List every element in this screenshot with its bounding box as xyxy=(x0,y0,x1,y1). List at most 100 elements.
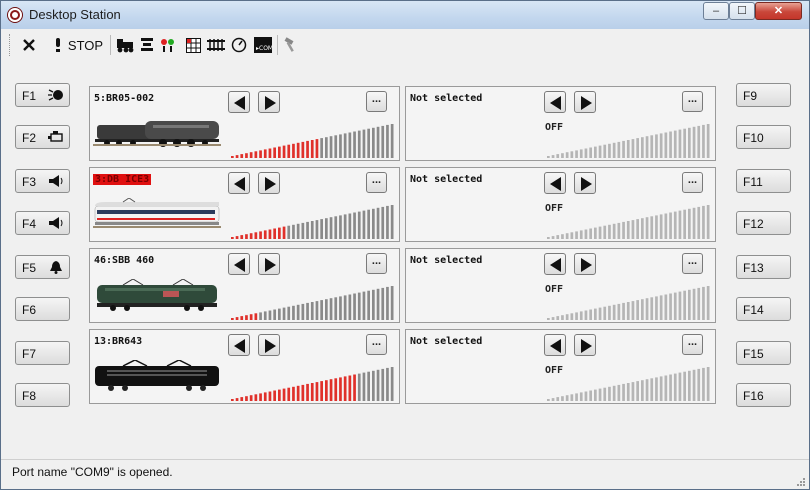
speed-step[interactable] xyxy=(626,221,630,239)
speed-step[interactable] xyxy=(273,309,276,321)
speed-step[interactable] xyxy=(390,367,394,401)
speed-step[interactable] xyxy=(655,296,658,320)
speed-step[interactable] xyxy=(678,372,682,401)
speed-step[interactable] xyxy=(706,124,710,158)
speed-step[interactable] xyxy=(376,207,380,239)
speed-step[interactable] xyxy=(561,153,564,158)
speed-step[interactable] xyxy=(329,298,333,320)
speed-step[interactable] xyxy=(669,293,672,321)
speed-step[interactable] xyxy=(579,149,583,158)
speed-step[interactable] xyxy=(692,126,696,158)
speed-step[interactable] xyxy=(551,155,555,158)
speed-step[interactable] xyxy=(626,383,630,401)
speed-step[interactable] xyxy=(702,367,705,401)
speed-step[interactable] xyxy=(343,133,347,158)
speed-step[interactable] xyxy=(372,127,375,158)
speed-step[interactable] xyxy=(556,235,560,239)
speed-step[interactable] xyxy=(622,302,625,320)
speed-step[interactable] xyxy=(622,140,625,158)
speed-slider[interactable] xyxy=(547,203,712,239)
speed-step[interactable] xyxy=(334,378,338,401)
speed-step[interactable] xyxy=(282,226,286,239)
speed-step[interactable] xyxy=(683,128,686,158)
speed-step[interactable] xyxy=(268,229,272,240)
speed-step[interactable] xyxy=(612,304,616,320)
speed-step[interactable] xyxy=(617,141,621,158)
speed-step[interactable] xyxy=(259,312,262,320)
speed-step[interactable] xyxy=(636,300,639,320)
speed-step[interactable] xyxy=(254,151,258,158)
speed-step[interactable] xyxy=(357,211,361,239)
speed-step[interactable] xyxy=(575,312,578,320)
reverse-button[interactable] xyxy=(228,334,250,356)
speed-step[interactable] xyxy=(273,147,276,159)
speed-step[interactable] xyxy=(547,237,550,239)
speed-step[interactable] xyxy=(287,144,291,158)
speed-step[interactable] xyxy=(603,387,607,401)
speed-step[interactable] xyxy=(372,289,375,320)
speed-step[interactable] xyxy=(664,294,668,321)
speed-step[interactable] xyxy=(702,286,705,320)
speed-step[interactable] xyxy=(636,219,639,239)
speed-step[interactable] xyxy=(594,227,597,239)
speed-step[interactable] xyxy=(287,306,291,320)
speed-step[interactable] xyxy=(343,295,347,320)
speed-step[interactable] xyxy=(650,135,654,158)
speed-step[interactable] xyxy=(334,216,338,239)
function-button-f1[interactable]: F1 xyxy=(15,83,70,107)
speed-step[interactable] xyxy=(362,129,366,158)
speed-step[interactable] xyxy=(320,138,323,158)
speed-step[interactable] xyxy=(310,302,314,320)
speed-step[interactable] xyxy=(579,392,583,401)
loco-select-button[interactable]: ... xyxy=(682,253,703,274)
speed-step[interactable] xyxy=(249,152,253,158)
speed-step[interactable] xyxy=(306,140,309,158)
speed-step[interactable] xyxy=(306,383,309,401)
speed-step[interactable] xyxy=(683,371,686,401)
speed-step[interactable] xyxy=(245,396,248,401)
speed-step[interactable] xyxy=(273,390,276,402)
speed-step[interactable] xyxy=(339,134,342,158)
function-button-f5[interactable]: F5 xyxy=(15,255,70,279)
forward-button[interactable] xyxy=(574,253,596,275)
speed-step[interactable] xyxy=(692,369,696,401)
speed-step[interactable] xyxy=(575,231,578,239)
speed-step[interactable] xyxy=(386,124,389,158)
reverse-button[interactable] xyxy=(544,253,566,275)
function-button-f11[interactable]: F11 xyxy=(736,169,791,193)
track-icon[interactable] xyxy=(206,35,226,55)
speed-step[interactable] xyxy=(268,391,272,402)
speed-step[interactable] xyxy=(310,221,314,239)
speed-step[interactable] xyxy=(254,394,258,401)
speed-step[interactable] xyxy=(612,385,616,401)
speed-step[interactable] xyxy=(245,234,248,239)
speed-step[interactable] xyxy=(339,215,342,239)
speed-step[interactable] xyxy=(565,314,569,320)
speed-step[interactable] xyxy=(608,224,611,239)
speed-step[interactable] xyxy=(575,393,578,401)
speed-step[interactable] xyxy=(631,220,635,239)
reverse-button[interactable] xyxy=(544,91,566,113)
speed-step[interactable] xyxy=(315,301,319,320)
speed-step[interactable] xyxy=(655,377,658,401)
speed-slider[interactable] xyxy=(231,284,396,320)
speed-step[interactable] xyxy=(603,225,607,239)
speed-step[interactable] xyxy=(575,150,578,158)
speed-step[interactable] xyxy=(325,218,328,239)
speed-step[interactable] xyxy=(641,218,644,239)
speed-step[interactable] xyxy=(362,372,366,401)
speed-step[interactable] xyxy=(697,287,701,320)
speed-step[interactable] xyxy=(617,222,621,239)
speed-step[interactable] xyxy=(282,307,286,320)
speed-step[interactable] xyxy=(570,151,574,158)
speed-step[interactable] xyxy=(325,137,328,158)
speed-step[interactable] xyxy=(551,236,555,239)
speed-step[interactable] xyxy=(641,137,644,158)
speed-step[interactable] xyxy=(292,305,295,320)
speed-step[interactable] xyxy=(561,234,564,239)
speed-step[interactable] xyxy=(278,389,281,401)
speed-step[interactable] xyxy=(612,223,616,239)
accessory-icon[interactable] xyxy=(138,35,156,55)
speed-step[interactable] xyxy=(556,154,560,158)
speed-step[interactable] xyxy=(702,205,705,239)
